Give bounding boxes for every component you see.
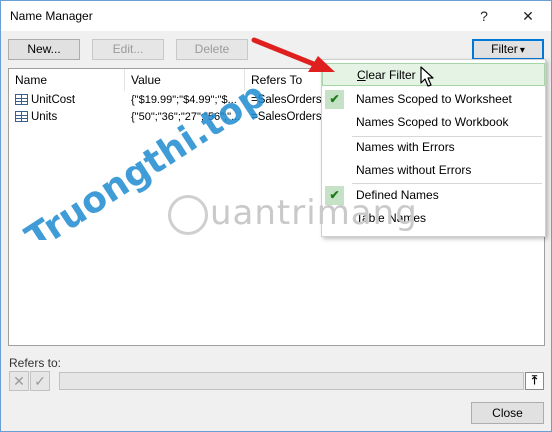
red-arrow-annotation [251,37,335,72]
close-icon[interactable]: ✕ [517,5,539,27]
filter-button[interactable]: Filter ▾ [472,39,544,60]
confirm-icon[interactable]: ✓ [30,371,50,391]
refers-to-field[interactable] [59,372,524,390]
close-button-label: Close [492,406,523,420]
checkmark-icon: ✔ [325,90,344,109]
watermark-center-text: uantrimang [210,193,418,233]
filter-button-label: Filter [491,42,518,56]
refers-to-label: Refers to: [9,356,62,370]
menu-item-names-with-errors[interactable]: Names with Errors [322,136,545,159]
help-button[interactable]: ? [473,5,495,27]
lightbulb-icon [168,194,208,235]
menu-item-label: Clear Filter [357,68,416,82]
menu-item-names-scoped-workbook[interactable]: Names Scoped to Workbook [322,111,545,134]
watermark-center: uantrimang [168,193,418,235]
mouse-cursor-icon [420,66,434,87]
chevron-down-icon: ▾ [519,45,525,56]
menu-item-label: Names Scoped to Worksheet [356,92,512,106]
menu-item-label: Names Scoped to Workbook [356,115,509,129]
collapse-dialog-icon[interactable]: ⤒ [525,372,544,390]
menu-item-label: Names without Errors [356,163,472,177]
menu-item-names-without-errors[interactable]: Names without Errors [322,159,545,182]
cancel-icon[interactable]: ✕ [9,371,29,391]
menu-item-label: Names with Errors [356,140,455,154]
close-button[interactable]: Close [471,402,544,424]
menu-item-names-scoped-worksheet[interactable]: ✔ Names Scoped to Worksheet [322,88,545,111]
